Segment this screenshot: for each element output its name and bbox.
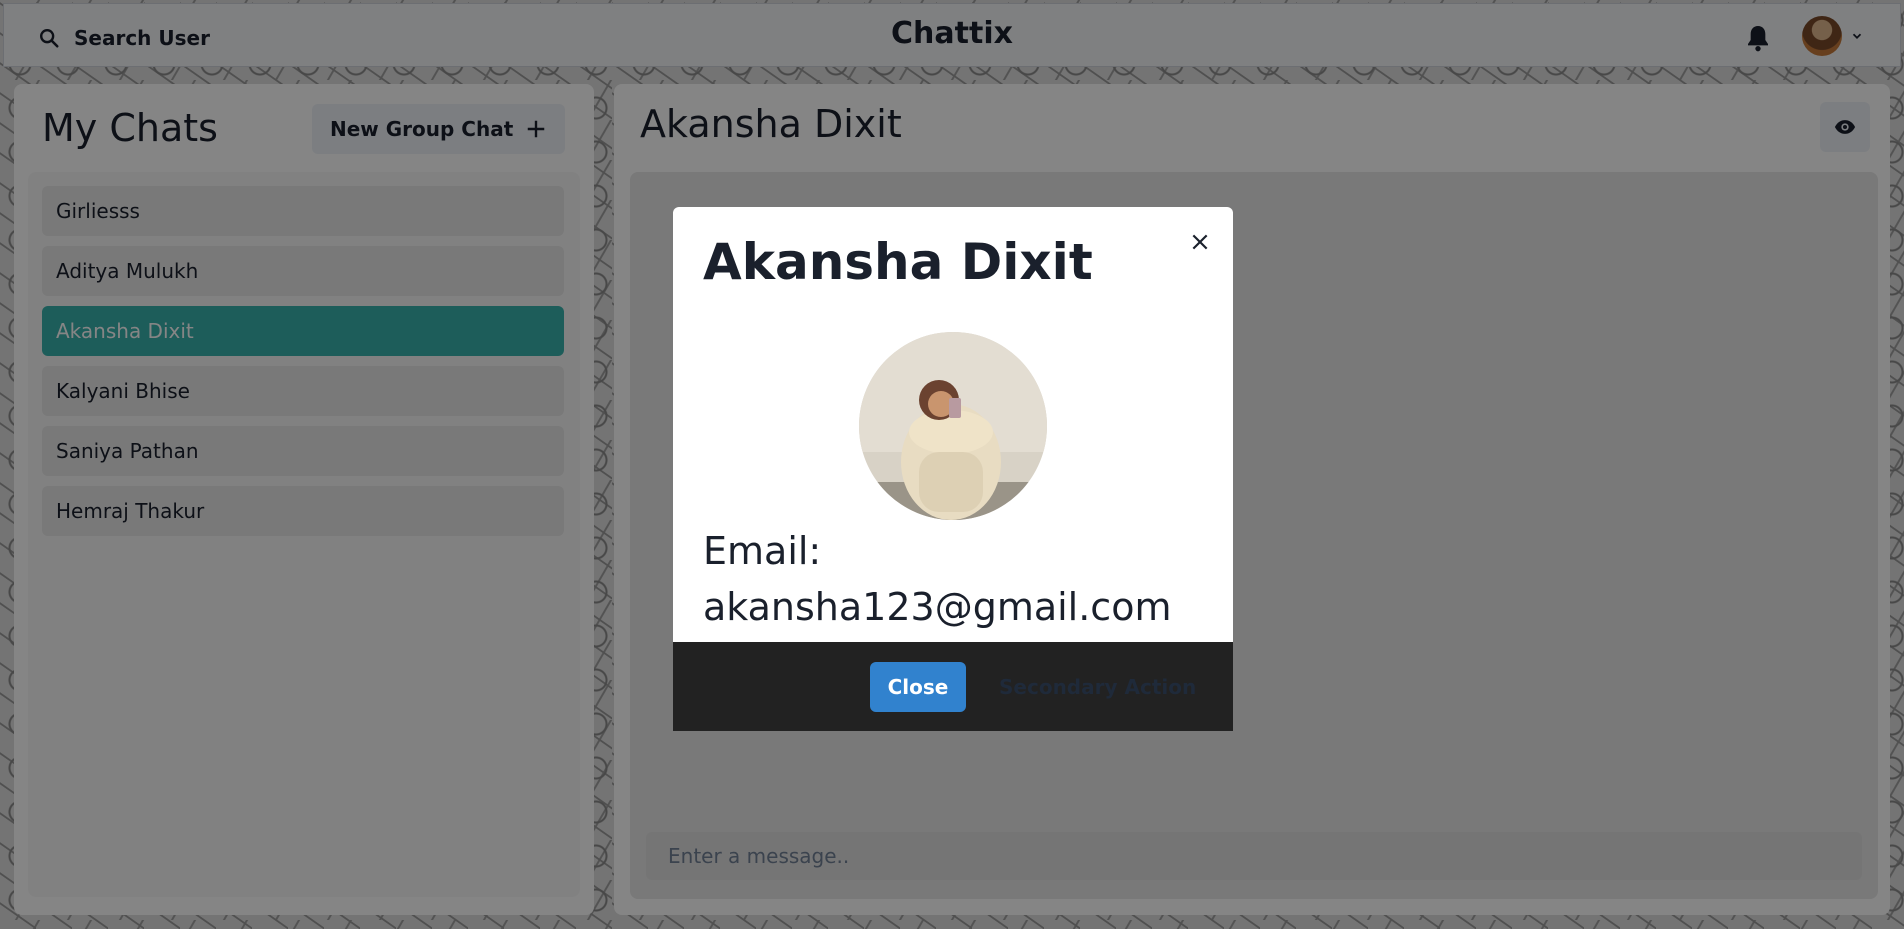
profile-modal: Akansha Dixit Email: akansha123@gmail.co… [673, 207, 1233, 731]
close-icon [1192, 234, 1208, 250]
profile-picture [859, 332, 1047, 520]
modal-footer: Close Secondary Action [673, 642, 1233, 731]
email-value: akansha123@gmail.com [703, 585, 1172, 629]
modal-close-button[interactable] [1183, 225, 1217, 259]
secondary-action-button[interactable]: Secondary Action [993, 662, 1202, 712]
modal-title: Akansha Dixit [703, 233, 1093, 291]
email-label: Email: [703, 529, 822, 573]
close-button[interactable]: Close [870, 662, 966, 712]
email-text: Email: akansha123@gmail.com [703, 523, 1203, 635]
